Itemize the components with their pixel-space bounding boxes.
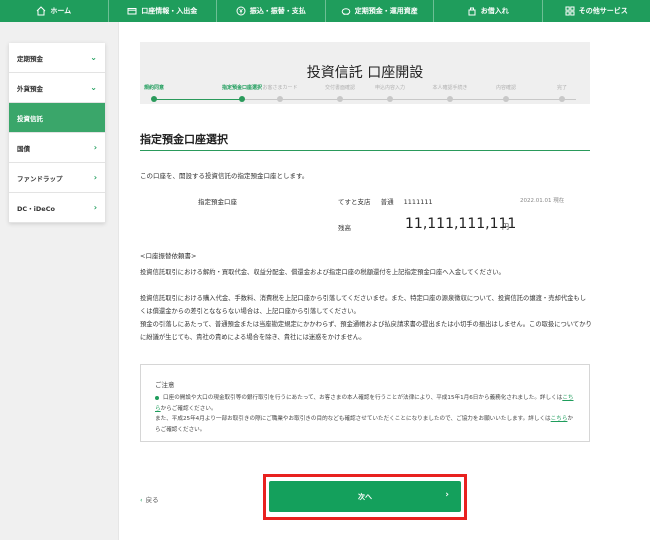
next-button[interactable]: 次へ › (269, 481, 461, 512)
account-type: 普通 (380, 198, 394, 206)
sidebar-item-label: DC・iDeCo (17, 204, 55, 213)
balance-label: 残高 (338, 224, 351, 232)
nav-label: その他サービス (578, 7, 628, 15)
notice-box: ご注意 口座の開設や大口の現金取引等の銀行取引を行うにあたって、お客さまの本人確… (140, 364, 590, 442)
step-label: 内容確認 (495, 85, 516, 91)
nav-label: 振込・振替・支払 (249, 7, 306, 15)
step-label: 交付書面確認 (324, 85, 355, 91)
intro-text: この口座を、開設する投資信託の指定預金口座とします。 (140, 172, 309, 180)
home-icon (36, 6, 46, 16)
notice-line-1-end: からご確認ください。 (160, 405, 217, 412)
bullet-icon (155, 395, 159, 400)
step-label: お客さまカード (262, 85, 298, 91)
piggy-bank-icon (341, 8, 351, 15)
grid-icon (565, 6, 575, 16)
step-7: 内容確認 (478, 84, 534, 102)
sidebar-item-label: 国債 (17, 144, 30, 153)
nav-label: ホーム (50, 7, 72, 15)
nav-transfer[interactable]: 振込・振替・支払 (217, 0, 326, 22)
step-4: 交付書面確認 (312, 84, 368, 102)
transfer-paragraph-3: 預金の引落しにあたって、普通預金または当座勘定規定にかかわらず、預金通帳および払… (140, 321, 592, 341)
sidebar-item-label: 外貨預金 (17, 84, 43, 93)
nav-loan[interactable]: お借入れ (434, 0, 543, 22)
nav-home[interactable]: ホーム (0, 0, 109, 22)
chevron-right-icon: › (93, 173, 97, 182)
sidebar-item-time-deposit[interactable]: 定期預金 ⌄ (9, 43, 105, 73)
notice-line-1: 口座の開設や大口の現金取引等の銀行取引を行うにあたって、お客さまの本人確認を行う… (163, 395, 563, 401)
nav-label: 口座情報・入出金 (141, 7, 198, 15)
notice-body: 口座の開設や大口の現金取引等の銀行取引を行うにあたって、お客さまの本人確認を行う… (155, 393, 575, 435)
step-6: 本人確認手続き (422, 84, 478, 102)
page-title: 投資信託 口座開設 (306, 65, 424, 81)
back-label: 戻る (145, 496, 159, 504)
step-5: 申込内容入力 (362, 84, 418, 102)
yen-icon (236, 6, 246, 16)
transfer-paragraph-1: 投資信託取引における解約・買取代金、収益分配金、償還金および指定口座の税額還付を… (140, 269, 505, 276)
step-1: 規約同意 (126, 84, 182, 102)
balance-unit: 円 (502, 223, 509, 231)
sidebar-item-foreign-deposit[interactable]: 外貨預金 ⌄ (9, 73, 105, 103)
transfer-paragraph-2: 投資信託取引における購入代金、手数料、消費税を上記口座から引落してくださいませ。… (140, 295, 587, 315)
account-branch: てすと支店 (338, 198, 371, 206)
step-8: 完了 (534, 84, 590, 102)
sidebar: 定期預金 ⌄ 外貨預金 ⌄ 投資信託 国債 › ファンドラップ › DC・iDe… (9, 43, 105, 223)
balance-value: 11,111,111,111 (405, 216, 517, 232)
sidebar-item-label: ファンドラップ (17, 174, 63, 183)
step-label: 本人確認手続き (432, 85, 468, 91)
sidebar-item-dc-ideco[interactable]: DC・iDeCo › (9, 193, 105, 223)
card-icon (127, 8, 137, 15)
notice-title: ご注意 (155, 381, 175, 389)
notice-link-2[interactable]: こちら (551, 416, 568, 422)
chevron-down-icon: ⌄ (90, 53, 97, 62)
nav-account[interactable]: 口座情報・入出金 (109, 0, 217, 22)
sidebar-item-investment-trust[interactable]: 投資信託 (9, 103, 105, 133)
transfer-heading: <口座振替依頼書> (140, 252, 197, 260)
step-label: 完了 (556, 85, 567, 91)
as-of-date: 2022.01.01 現在 (520, 198, 565, 204)
nav-deposit[interactable]: 定期預金・運用資産 (326, 0, 434, 22)
divider (118, 22, 119, 540)
sidebar-item-label: 投資信託 (17, 114, 43, 123)
account-number: 1111111 (403, 198, 433, 206)
account-label: 指定預金口座 (198, 198, 237, 206)
nav-other[interactable]: その他サービス (543, 0, 650, 22)
step-3: お客さまカード (252, 84, 308, 102)
chevron-right-icon: › (445, 490, 449, 500)
sidebar-item-label: 定期預金 (17, 54, 43, 63)
chevron-right-icon: › (93, 203, 97, 212)
nav-label: お借入れ (480, 7, 509, 15)
nav-label: 定期預金・運用資産 (354, 7, 418, 15)
sidebar-item-bonds[interactable]: 国債 › (9, 133, 105, 163)
section-divider (140, 150, 590, 151)
chevron-right-icon: › (93, 143, 97, 152)
section-title: 指定預金口座選択 (140, 133, 228, 146)
loan-icon (468, 7, 476, 16)
top-nav: ホーム 口座情報・入出金 振込・振替・支払 定期預金・運用資産 お借入れ その他… (0, 0, 650, 22)
chevron-left-icon: ‹ (140, 496, 143, 504)
progress-stepper: 規約同意 指定預金口座選択 お客さまカード 交付書面確認 申込内容入力 本人確認… (140, 84, 590, 104)
back-link[interactable]: ‹ 戻る (140, 494, 159, 504)
account-value: てすと支店 普通 1111111 (338, 196, 441, 206)
sidebar-item-fund-wrap[interactable]: ファンドラップ › (9, 163, 105, 193)
next-label: 次へ (358, 492, 372, 501)
step-label: 申込内容入力 (374, 85, 405, 91)
chevron-down-icon: ⌄ (90, 83, 97, 92)
step-track-done (154, 99, 242, 100)
notice-line-2: また、平成25年4月より一部お取引きの際にご職業やお取引きの目的なども確認させて… (155, 416, 551, 422)
step-label: 規約同意 (143, 85, 164, 91)
